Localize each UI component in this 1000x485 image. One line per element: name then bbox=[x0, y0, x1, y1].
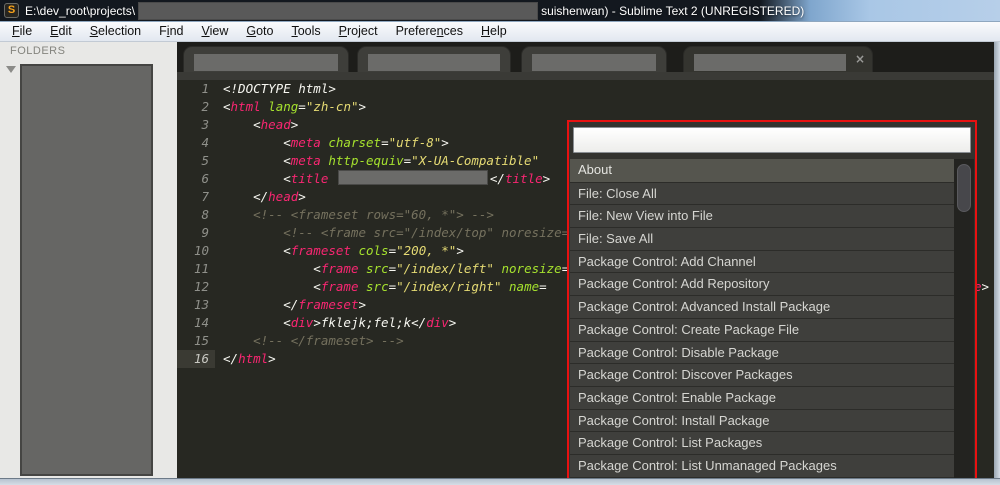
palette-item[interactable]: File: New View into File bbox=[570, 204, 955, 228]
sublime-logo-icon: S bbox=[4, 3, 19, 18]
palette-item[interactable]: Package Control: Add Repository bbox=[570, 272, 955, 296]
menu-edit[interactable]: Edit bbox=[41, 22, 81, 42]
line-number: 7 bbox=[201, 189, 209, 204]
palette-scrollbar-track[interactable] bbox=[954, 159, 974, 485]
menu-help[interactable]: Help bbox=[472, 22, 516, 42]
line-number: 5 bbox=[201, 153, 209, 168]
palette-item[interactable]: Package Control: List Packages bbox=[570, 431, 955, 454]
window-title-suffix: suishenwan) - Sublime Text 2 (UNREGISTER… bbox=[541, 3, 805, 18]
palette-item[interactable]: Package Control: Install Package bbox=[570, 408, 955, 432]
line-number: 14 bbox=[193, 315, 209, 330]
sidebar-redaction-box bbox=[20, 64, 153, 476]
palette-item[interactable]: Package Control: Discover Packages bbox=[570, 363, 955, 386]
line-number: 4 bbox=[201, 135, 209, 150]
sublime-text-window: S E:\dev_root\projects\ suishenwan) - Su… bbox=[0, 0, 1000, 485]
palette-item[interactable]: Package Control: Disable Package bbox=[570, 340, 955, 364]
palette-item[interactable]: Package Control: List Unmanaged Packages bbox=[570, 453, 955, 477]
line-number: 1 bbox=[201, 81, 209, 96]
title-redaction-box bbox=[138, 1, 539, 20]
line-number: 13 bbox=[193, 297, 209, 312]
main-area: FOLDERS × 1 <!DOCTYPE html> 2 <html lang… bbox=[0, 42, 1000, 485]
palette-item[interactable]: File: Close All bbox=[570, 181, 955, 205]
tab-redaction-box bbox=[532, 54, 656, 71]
line-number: 2 bbox=[201, 99, 209, 114]
tab-bar: × bbox=[177, 42, 994, 72]
code-line[interactable]: 2 <html lang="zh-cn"> bbox=[177, 98, 994, 116]
line-number: 12 bbox=[193, 279, 209, 294]
line-number: 8 bbox=[201, 207, 209, 222]
palette-item[interactable]: Package Control: Add Channel bbox=[570, 249, 955, 273]
tab-3[interactable] bbox=[521, 46, 667, 72]
palette-item[interactable]: Package Control: Advanced Install Packag… bbox=[570, 295, 955, 318]
command-palette-input[interactable] bbox=[573, 127, 971, 153]
line-number: 11 bbox=[193, 261, 209, 276]
palette-item[interactable]: About bbox=[570, 159, 955, 182]
palette-item[interactable]: Package Control: Enable Package bbox=[570, 385, 955, 409]
tab-4-active[interactable]: × bbox=[683, 46, 873, 72]
menu-tools[interactable]: Tools bbox=[282, 22, 329, 42]
code-redaction-box bbox=[337, 170, 488, 185]
menu-selection[interactable]: Selection bbox=[81, 22, 150, 42]
tab-2[interactable] bbox=[357, 46, 511, 72]
menu-preferences[interactable]: Preferences bbox=[387, 22, 472, 42]
palette-item[interactable]: Package Control: Create Package File bbox=[570, 317, 955, 341]
tab-bar-bottom-strip bbox=[177, 72, 994, 80]
window-bottom-border bbox=[0, 478, 1000, 485]
sidebar: FOLDERS bbox=[0, 42, 177, 478]
tab-close-icon[interactable]: × bbox=[855, 52, 865, 66]
command-palette: About File: Close All File: New View into … bbox=[567, 120, 977, 485]
folders-section-label: FOLDERS bbox=[10, 45, 66, 57]
tab-1[interactable] bbox=[183, 46, 349, 72]
folder-expand-triangle-icon[interactable] bbox=[6, 66, 16, 73]
tab-redaction-box bbox=[194, 54, 338, 71]
tab-redaction-box bbox=[368, 54, 500, 71]
menubar-items: File Edit Selection Find View Goto Tools Projec… bbox=[0, 22, 1000, 42]
menu-goto[interactable]: Goto bbox=[237, 22, 282, 42]
tab-redaction-box bbox=[694, 54, 846, 71]
menu-view[interactable]: View bbox=[192, 22, 237, 42]
menu-project[interactable]: Project bbox=[330, 22, 387, 42]
menu-file[interactable]: File bbox=[3, 22, 41, 42]
palette-item[interactable]: File: Save All bbox=[570, 227, 955, 250]
line-number: 6 bbox=[201, 171, 209, 186]
line-number: 15 bbox=[193, 333, 209, 348]
window-title-prefix: E:\dev_root\projects\ bbox=[25, 3, 136, 18]
titlebar[interactable]: S E:\dev_root\projects\ suishenwan) - Su… bbox=[0, 0, 1000, 22]
line-number: 10 bbox=[193, 243, 209, 258]
code-line[interactable]: 1 <!DOCTYPE html> bbox=[177, 80, 994, 98]
command-palette-list: About File: Close All File: New View into … bbox=[570, 159, 955, 485]
palette-scrollbar-thumb[interactable] bbox=[957, 164, 971, 212]
menu-find[interactable]: Find bbox=[150, 22, 192, 42]
line-number: 9 bbox=[201, 225, 209, 240]
line-number: 16 bbox=[177, 350, 215, 368]
window-right-border bbox=[994, 42, 1000, 485]
line-number: 3 bbox=[201, 117, 209, 132]
